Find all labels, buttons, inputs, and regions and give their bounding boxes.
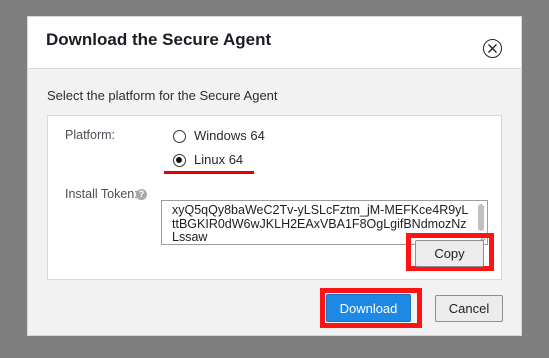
dialog-subtitle: Select the platform for the Secure Agent: [47, 88, 278, 103]
radio-selected-dot: [176, 157, 182, 163]
close-icon: [488, 44, 497, 53]
copy-button[interactable]: Copy: [415, 240, 484, 267]
dialog-title: Download the Secure Agent: [46, 30, 272, 49]
radio-label-windows-64[interactable]: Windows 64: [194, 128, 265, 143]
radio-linux-64[interactable]: [173, 154, 186, 167]
info-icon[interactable]: ?: [136, 189, 147, 200]
cancel-button[interactable]: Cancel: [435, 295, 503, 322]
dialog-header: Download the Secure Agent: [28, 17, 521, 69]
download-secure-agent-dialog: Download the Secure Agent Select the pla…: [27, 16, 522, 336]
radio-label-linux-64[interactable]: Linux 64: [194, 152, 243, 167]
token-scrollbar[interactable]: [478, 204, 484, 231]
radio-windows-64[interactable]: [173, 130, 186, 143]
install-token-label: Install Token:: [65, 187, 138, 201]
platform-label: Platform:: [65, 128, 116, 142]
highlight-underline: [164, 171, 254, 174]
download-button[interactable]: Download: [326, 294, 411, 322]
close-button[interactable]: [483, 39, 502, 58]
